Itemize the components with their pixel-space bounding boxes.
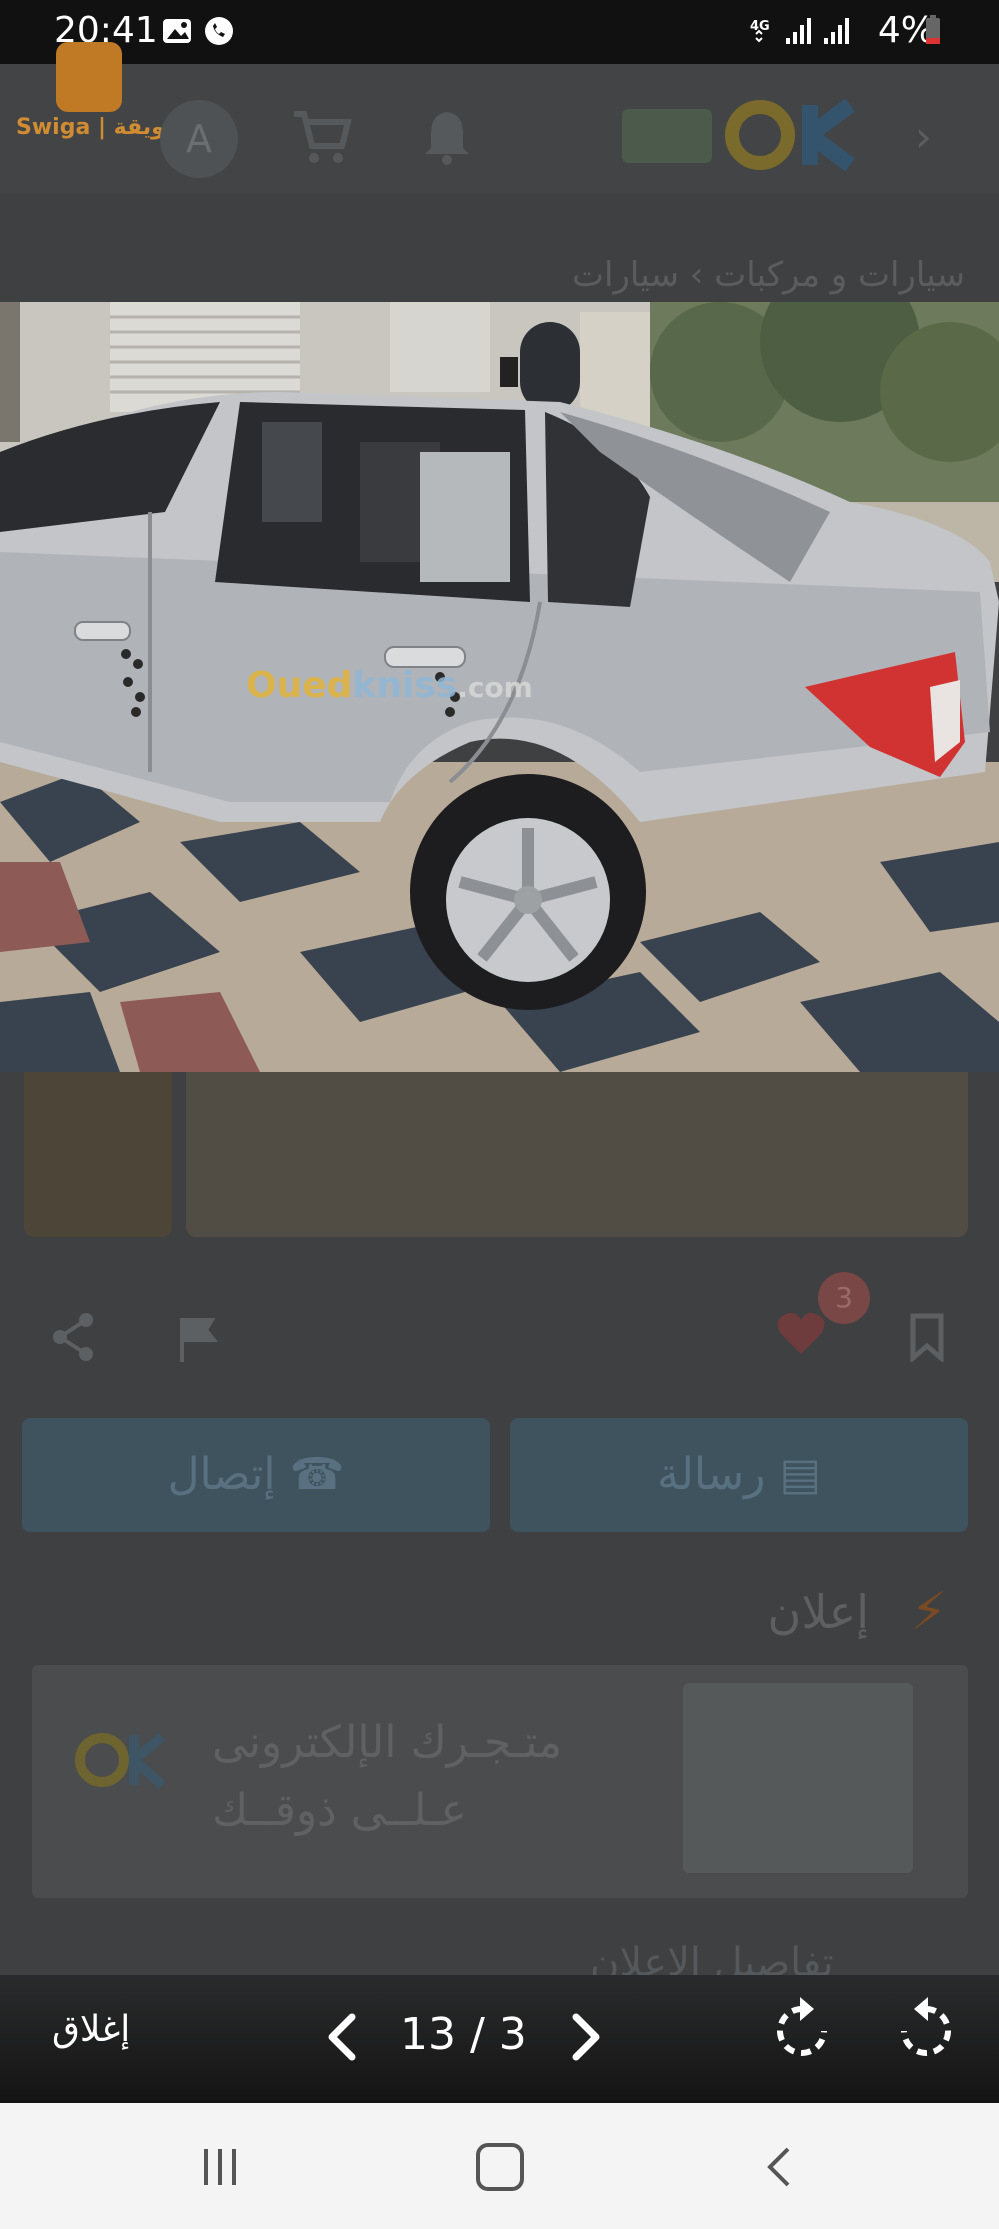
rotate-right-button[interactable] [770, 1995, 834, 2063]
breadcrumb: سيارات و مركبات › سيارات [572, 255, 965, 295]
gallery-icon [163, 19, 191, 43]
message-icon: ▤ [779, 1449, 822, 1500]
avatar: A [160, 100, 238, 178]
heart-icon [777, 1312, 825, 1354]
likes-badge: 3 [818, 1272, 870, 1324]
back-icon [767, 2147, 790, 2187]
chevron-right-icon: › [915, 112, 932, 161]
laptop-image [683, 1683, 913, 1873]
home-button[interactable] [476, 2143, 524, 2191]
call-button: إتصال ☎ [22, 1418, 490, 1532]
message-button: رسالة ▤ [510, 1418, 968, 1532]
flag-icon [180, 1318, 219, 1362]
share-icon [53, 1313, 93, 1361]
cart-icon [294, 111, 352, 163]
system-nav-bar [0, 2103, 999, 2229]
bolt-icon: ⚡ [910, 1582, 947, 1642]
ouedkniss-logo-icon [622, 98, 855, 172]
phone-icon: ☎ [289, 1449, 345, 1500]
signal-icon-2 [824, 18, 849, 44]
next-image-button[interactable] [560, 2009, 608, 2065]
background-thumbnails [0, 1072, 999, 1242]
previous-image-button[interactable] [320, 2009, 368, 2065]
bookmark-icon [910, 1313, 944, 1362]
chevron-left-icon [328, 2013, 356, 2061]
ad-section-title: إعلان [767, 1585, 869, 1639]
call-button-label: إتصال [167, 1449, 276, 1500]
thumbnail [24, 1072, 172, 1237]
chevron-right-icon [572, 2013, 600, 2061]
recent-apps-button[interactable] [198, 2145, 242, 2189]
listing-photo[interactable]: Ouedkniss.com [0, 302, 999, 1072]
network-4g-icon: 4G [750, 19, 770, 43]
banner-line-1: متـجـرك الإلكترونى [212, 1717, 563, 1768]
ad-banner: متـجـرك الإلكترونى عـلــى ذوقــك [32, 1665, 968, 1898]
car-photo-image: Ouedkniss.com [0, 302, 999, 1072]
battery-icon [926, 15, 940, 44]
rotate-left-button[interactable] [894, 1995, 958, 2063]
thumbnail [186, 1072, 968, 1237]
status-bar: 20:41 4G 4% [0, 0, 999, 64]
whatsapp-icon [205, 17, 233, 45]
back-button[interactable] [760, 2145, 800, 2189]
banner-line-2: عـلــى ذوقــك [212, 1785, 467, 1836]
swiga-logo-icon [56, 42, 122, 112]
photo-watermark: Ouedkniss.com [246, 665, 533, 706]
image-viewer-toolbar: إغلاق 13 / 3 [0, 1975, 999, 2103]
signal-icon [786, 18, 811, 44]
recent-apps-icon [204, 2149, 236, 2185]
screen: 20:41 4G 4% Swiga | سويقة A › سيارات و م… [0, 0, 999, 2229]
ouedkniss-small-logo-icon [75, 1733, 166, 1789]
image-counter: 13 / 3 [400, 2009, 527, 2060]
message-button-label: رسالة [656, 1449, 766, 1500]
close-viewer-button[interactable]: إغلاق [52, 2009, 130, 2050]
bell-icon [425, 112, 469, 165]
